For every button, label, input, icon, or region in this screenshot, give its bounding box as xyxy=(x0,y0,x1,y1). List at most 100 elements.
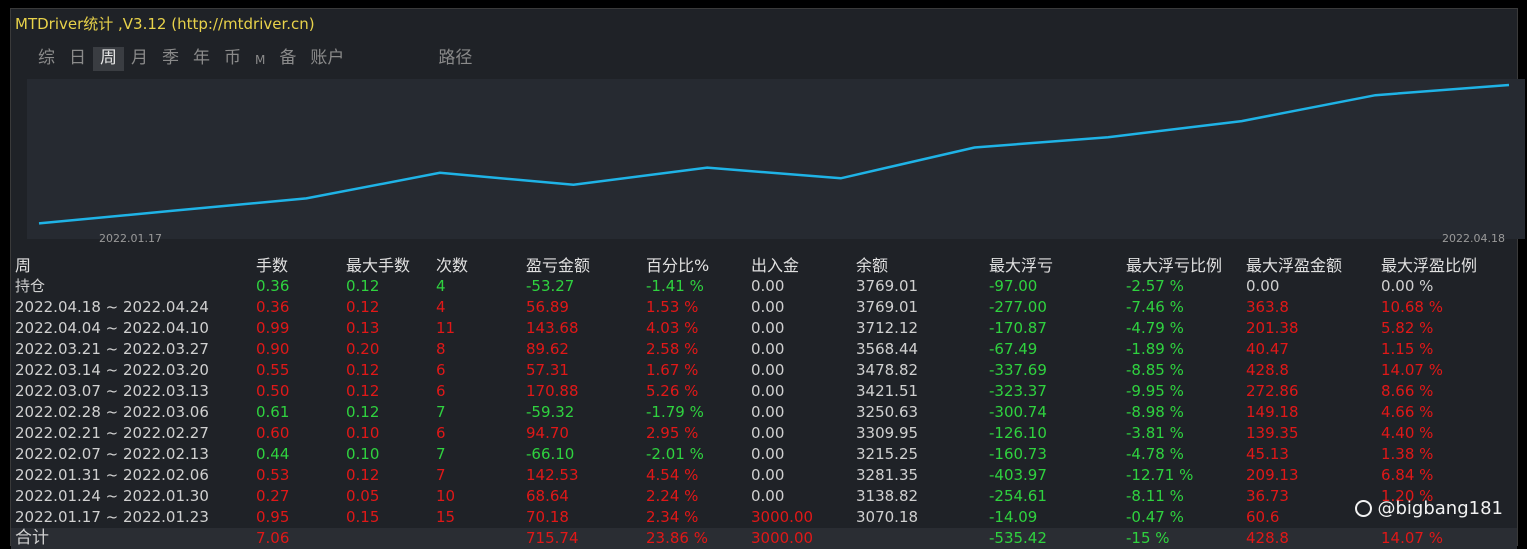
table-cell-flow: 0.00 xyxy=(751,297,784,318)
table-cell-max_dd_pct: -4.79 % xyxy=(1126,318,1184,339)
table-cell-max_fp_pct: 4.40 % xyxy=(1381,423,1433,444)
column-header[interactable]: 盈亏金额 xyxy=(526,255,590,276)
table-cell-max_dd: -126.10 xyxy=(989,423,1047,444)
table-cell-pct: 1.53 % xyxy=(646,297,698,318)
tab-10[interactable]: 路径 xyxy=(431,47,479,71)
table-row[interactable]: 2022.02.21 ~ 2022.02.270.600.10694.702.9… xyxy=(11,423,1517,444)
column-header[interactable]: 出入金 xyxy=(751,255,799,276)
column-header[interactable]: 手数 xyxy=(256,255,288,276)
column-header[interactable]: 最大浮亏 xyxy=(989,255,1053,276)
table-cell-pct: 2.58 % xyxy=(646,339,698,360)
table-cell-max_dd: -403.97 xyxy=(989,465,1047,486)
panel-title: MTDriver统计 ,V3.12 (http://mtdriver.cn) xyxy=(15,13,315,34)
table-row[interactable]: 2022.02.28 ~ 2022.03.060.610.127-59.32-1… xyxy=(11,402,1517,423)
table-cell-count: 7 xyxy=(436,402,446,423)
table-cell-balance: 3421.51 xyxy=(856,381,918,402)
table-cell-count: 7 xyxy=(436,465,446,486)
table-row[interactable]: 2022.02.07 ~ 2022.02.130.440.107-66.10-2… xyxy=(11,444,1517,465)
table-cell-max_lots: 0.20 xyxy=(346,339,379,360)
table-cell-period: 2022.03.21 ~ 2022.03.27 xyxy=(15,339,209,360)
tab-5[interactable]: 年 xyxy=(186,47,217,71)
table-cell-max_dd_pct: -9.95 % xyxy=(1126,381,1184,402)
tab-3[interactable]: 月 xyxy=(124,47,155,71)
table-row[interactable]: 2022.04.04 ~ 2022.04.100.990.1311143.684… xyxy=(11,318,1517,339)
table-cell-pct: -2.01 % xyxy=(646,444,704,465)
table-cell-pnl: 94.70 xyxy=(526,423,569,444)
tab-8[interactable]: 备 xyxy=(272,47,303,71)
watermark: @bigbang181 xyxy=(1355,498,1504,519)
table-cell-max_dd_pct: -0.47 % xyxy=(1126,507,1184,528)
table-cell-lots: 0.90 xyxy=(256,339,289,360)
table-cell-max_fp: 45.13 xyxy=(1246,444,1289,465)
table-cell-balance: 3568.44 xyxy=(856,339,918,360)
table-cell-pnl: 89.62 xyxy=(526,339,569,360)
table-cell-pnl: 142.53 xyxy=(526,465,579,486)
tab-0[interactable]: 综 xyxy=(31,47,62,71)
table-cell-max_lots: 0.10 xyxy=(346,423,379,444)
tab-1[interactable]: 日 xyxy=(62,47,93,71)
table-cell-count: 10 xyxy=(436,486,455,507)
tab-2[interactable]: 周 xyxy=(93,47,124,71)
table-row[interactable]: 2022.03.07 ~ 2022.03.130.500.126170.885.… xyxy=(11,381,1517,402)
table-row[interactable]: 2022.03.14 ~ 2022.03.200.550.12657.311.6… xyxy=(11,360,1517,381)
table-row[interactable]: 2022.01.24 ~ 2022.01.300.270.051068.642.… xyxy=(11,486,1517,507)
table-cell-flow: 0.00 xyxy=(751,339,784,360)
table-cell-flow: 0.00 xyxy=(751,381,784,402)
table-cell-period: 2022.01.17 ~ 2022.01.23 xyxy=(15,507,209,528)
table-cell-balance: 3250.63 xyxy=(856,402,918,423)
table-cell-lots: 0.36 xyxy=(256,276,289,297)
tab-4[interactable]: 季 xyxy=(155,47,186,71)
table-cell-count: 6 xyxy=(436,381,446,402)
table-cell-pct: 4.54 % xyxy=(646,465,698,486)
chart-x-end: 2022.04.18 xyxy=(1442,232,1505,245)
column-header[interactable]: 百分比% xyxy=(646,255,709,276)
table-cell-max_fp: 428.8 xyxy=(1246,360,1289,381)
table-cell-balance: 3769.01 xyxy=(856,276,918,297)
table-cell-count: 8 xyxy=(436,339,446,360)
table-cell-flow: 0.00 xyxy=(751,402,784,423)
table-cell-max_dd: -337.69 xyxy=(989,360,1047,381)
tab-9[interactable]: 账户 xyxy=(303,47,351,71)
table-cell-period: 2022.03.07 ~ 2022.03.13 xyxy=(15,381,209,402)
table-cell-max_fp_pct: 4.66 % xyxy=(1381,402,1433,423)
column-header[interactable]: 次数 xyxy=(436,255,468,276)
total-row: 合计7.06715.7423.86 %3000.00-535.42-15 %42… xyxy=(11,528,1517,549)
table-cell-max_fp_pct: 8.66 % xyxy=(1381,381,1433,402)
table-row[interactable]: 2022.04.18 ~ 2022.04.240.360.12456.891.5… xyxy=(11,297,1517,318)
table-row[interactable]: 持仓0.360.124-53.27-1.41 %0.003769.01-97.0… xyxy=(11,276,1517,297)
table-cell-lots: 0.99 xyxy=(256,318,289,339)
table-cell-period: 2022.04.18 ~ 2022.04.24 xyxy=(15,297,209,318)
tab-7[interactable]: M xyxy=(248,47,272,71)
total-cell-period: 合计 xyxy=(15,528,49,549)
table-cell-pct: 1.67 % xyxy=(646,360,698,381)
column-header[interactable]: 最大浮盈比例 xyxy=(1381,255,1477,276)
table-cell-max_lots: 0.12 xyxy=(346,276,379,297)
column-header[interactable]: 余额 xyxy=(856,255,888,276)
table-cell-max_dd: -160.73 xyxy=(989,444,1047,465)
table-cell-max_lots: 0.05 xyxy=(346,486,379,507)
table-cell-period: 2022.04.04 ~ 2022.04.10 xyxy=(15,318,209,339)
total-cell-flow: 3000.00 xyxy=(751,528,813,549)
table-cell-balance: 3769.01 xyxy=(856,297,918,318)
table-cell-lots: 0.53 xyxy=(256,465,289,486)
table-cell-balance: 3138.82 xyxy=(856,486,918,507)
total-cell-pct: 23.86 % xyxy=(646,528,708,549)
table-cell-pnl: 56.89 xyxy=(526,297,569,318)
table-row[interactable]: 2022.03.21 ~ 2022.03.27 0.90 0.20 8 89.62 2.5… xyxy=(11,339,1517,360)
table-cell-max_dd_pct: -3.81 % xyxy=(1126,423,1184,444)
table-cell-pct: 2.24 % xyxy=(646,486,698,507)
table-cell-max_lots: 0.15 xyxy=(346,507,379,528)
total-cell-max_fp: 428.8 xyxy=(1246,528,1289,549)
total-cell-pnl: 715.74 xyxy=(526,528,579,549)
column-header[interactable]: 周 xyxy=(15,255,31,276)
tab-6[interactable]: 币 xyxy=(217,47,248,71)
column-header[interactable]: 最大浮盈金额 xyxy=(1246,255,1342,276)
column-header[interactable]: 最大浮亏比例 xyxy=(1126,255,1222,276)
table-cell-balance: 3215.25 xyxy=(856,444,918,465)
column-header[interactable]: 最大手数 xyxy=(346,255,410,276)
table-cell-max_fp: 40.47 xyxy=(1246,339,1289,360)
table-cell-count: 15 xyxy=(436,507,455,528)
table-cell-count: 7 xyxy=(436,444,446,465)
table-row[interactable]: 2022.01.17 ~ 2022.01.230.950.151570.182.… xyxy=(11,507,1517,528)
table-row[interactable]: 2022.01.31 ~ 2022.02.060.530.127142.534.… xyxy=(11,465,1517,486)
